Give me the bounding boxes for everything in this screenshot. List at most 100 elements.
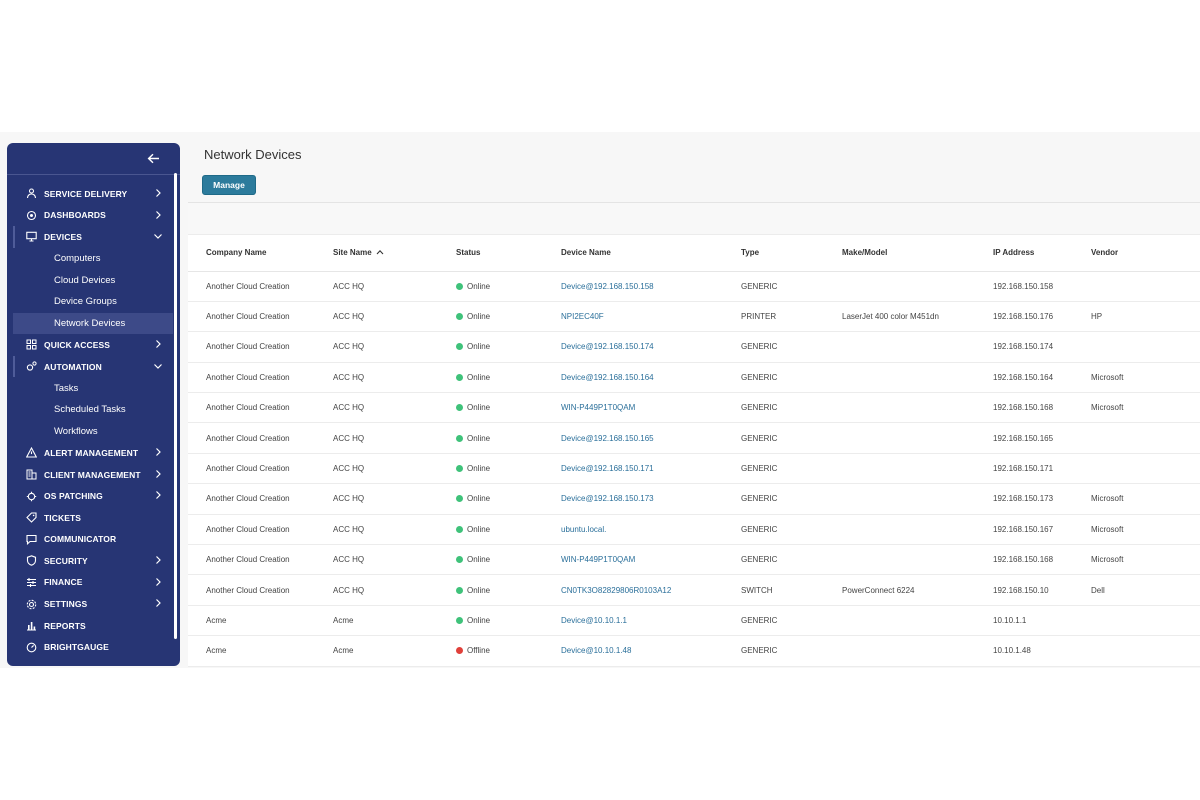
cell-site-name: ACC HQ: [315, 422, 438, 454]
status-badge: Online: [456, 282, 543, 291]
sidebar-item-label: ALERT MANAGEMENT: [44, 447, 139, 458]
cell-status: Online: [438, 605, 543, 637]
table-row[interactable]: Acme Acme Offline Device@10.10.1.48 GENERIC 1…: [188, 635, 1200, 667]
table-row[interactable]: Another Cloud Creation ACC HQ Online WIN-P4…: [188, 392, 1200, 424]
column-header-company-name[interactable]: Company Name: [188, 235, 315, 272]
table-row[interactable]: Another Cloud Creation ACC HQ Online Device…: [188, 453, 1200, 485]
table-toolbar: [188, 203, 1200, 235]
sidebar-subitem-network-devices[interactable]: Network Devices: [13, 312, 173, 335]
sidebar-item-settings[interactable]: SETTINGS: [7, 593, 173, 615]
cell-company-name: Another Cloud Creation: [188, 544, 315, 576]
status-text: Online: [467, 312, 491, 322]
device-name-link[interactable]: Device@192.168.150.158: [543, 271, 723, 302]
chevron-right-icon: [153, 447, 163, 457]
sidebar-item-automation[interactable]: AUTOMATION: [7, 355, 173, 378]
device-name-link[interactable]: Device@192.168.150.173: [543, 483, 723, 515]
device-name-link[interactable]: CN0TK3O82829806R0103A12: [543, 574, 723, 606]
cell-company-name: Another Cloud Creation: [188, 514, 315, 546]
cell-ip-address: 192.168.150.10: [975, 574, 1073, 606]
sidebar-subitem-workflows[interactable]: Workflows: [7, 421, 173, 443]
column-header-ip-address[interactable]: IP Address: [975, 235, 1073, 272]
device-name-link[interactable]: WIN-P449P1T0QAM: [543, 392, 723, 424]
table-row[interactable]: Acme Acme Online Device@10.10.1.1 GENERIC 10.…: [188, 605, 1200, 637]
table-row[interactable]: Another Cloud Creation ACC HQ Online Device…: [188, 271, 1200, 302]
sidebar-item-dashboards[interactable]: DASHBOARDS: [7, 205, 173, 227]
table-row[interactable]: Another Cloud Creation ACC HQ Online Device…: [188, 362, 1200, 394]
device-name-link[interactable]: Device@192.168.150.165: [543, 422, 723, 454]
sidebar-subitem-device-groups[interactable]: Device Groups: [7, 291, 173, 313]
status-text: Online: [467, 433, 491, 443]
device-name-link[interactable]: ubuntu.local.: [543, 514, 723, 546]
automation-icon: [25, 361, 37, 373]
collapse-sidebar-button[interactable]: [144, 149, 162, 167]
sidebar-subitem-scheduled-tasks[interactable]: Scheduled Tasks: [7, 399, 173, 421]
status-text: Online: [467, 281, 491, 291]
sidebar-item-label: OS PATCHING: [44, 491, 103, 502]
sidebar-item-label: BRIGHTGAUGE: [44, 642, 109, 653]
sidebar-item-security[interactable]: SECURITY: [7, 550, 173, 572]
cell-site-name: ACC HQ: [315, 301, 438, 333]
cell-type: GENERIC: [723, 514, 824, 546]
status-badge: Online: [456, 525, 543, 534]
sidebar-subitem-cloud-devices[interactable]: Cloud Devices: [7, 269, 173, 291]
table-row[interactable]: Another Cloud Creation ACC HQ Online ubuntu…: [188, 514, 1200, 546]
chevron-right-icon: [153, 555, 163, 565]
sidebar-item-brightgauge[interactable]: BRIGHTGAUGE: [7, 636, 173, 658]
column-header-make-model[interactable]: Make/Model: [824, 235, 975, 272]
column-header-device-name[interactable]: Device Name: [543, 235, 723, 272]
cell-vendor: HP: [1073, 301, 1200, 333]
sidebar-item-alert-management[interactable]: ALERT MANAGEMENT: [7, 442, 173, 464]
sidebar-scrollbar[interactable]: [174, 173, 177, 639]
sidebar-subitem-tasks[interactable]: Tasks: [7, 377, 173, 399]
cell-site-name: ACC HQ: [315, 362, 438, 394]
status-dot-icon: [456, 556, 463, 564]
device-name-link[interactable]: Device@192.168.150.164: [543, 362, 723, 394]
cell-status: Online: [438, 392, 543, 424]
status-badge: Online: [456, 342, 543, 351]
device-name-link[interactable]: Device@192.168.150.171: [543, 453, 723, 485]
sidebar-subitem-computers[interactable]: Computers: [7, 248, 173, 270]
chevron-down-icon: [153, 361, 163, 371]
table-row[interactable]: Another Cloud Creation ACC HQ Online CN0TK3…: [188, 574, 1200, 606]
chevron-right-icon: [153, 339, 163, 349]
cell-type: GENERIC: [723, 483, 824, 515]
column-header-vendor[interactable]: Vendor: [1073, 235, 1200, 272]
sidebar-item-label: FINANCE: [44, 577, 83, 588]
sidebar-item-os-patching[interactable]: OS PATCHING: [7, 485, 173, 507]
cell-make-model: [824, 635, 975, 667]
sidebar-item-client-management[interactable]: CLIENT MANAGEMENT: [7, 464, 173, 486]
column-header-label: Status: [456, 248, 481, 258]
table-row[interactable]: Another Cloud Creation ACC HQ Online Device…: [188, 422, 1200, 454]
status-dot-icon: [456, 647, 463, 655]
cell-vendor: Microsoft: [1073, 544, 1200, 576]
manage-button[interactable]: Manage: [202, 175, 256, 195]
table-row[interactable]: Another Cloud Creation ACC HQ Online WIN-P4…: [188, 544, 1200, 576]
status-text: Online: [467, 615, 491, 625]
table-row[interactable]: Another Cloud Creation ACC HQ Online NPI2EC…: [188, 301, 1200, 333]
sidebar-item-devices[interactable]: DEVICES: [7, 226, 173, 248]
cell-vendor: [1073, 422, 1200, 454]
cell-company-name: Another Cloud Creation: [188, 331, 315, 363]
column-header-status[interactable]: Status: [438, 235, 543, 272]
sidebar-item-finance[interactable]: FINANCE: [7, 572, 173, 594]
sidebar-item-service-delivery[interactable]: SERVICE DELIVERY: [7, 183, 173, 205]
monitor-icon: [25, 231, 37, 243]
column-header-site-name[interactable]: Site Name: [315, 235, 438, 272]
sidebar-item-communicator[interactable]: COMMUNICATOR: [7, 529, 173, 551]
sidebar-item-quick-access[interactable]: QUICK ACCESS: [7, 334, 173, 356]
sidebar-subitem-label: Tasks: [54, 382, 79, 394]
device-name-link[interactable]: Device@10.10.1.1: [543, 605, 723, 637]
column-header-type[interactable]: Type: [723, 235, 824, 272]
chevron-right-icon: [153, 469, 163, 479]
device-name-link[interactable]: Device@192.168.150.174: [543, 331, 723, 363]
device-name-link[interactable]: Device@10.10.1.48: [543, 635, 723, 667]
device-name-link[interactable]: WIN-P449P1T0QAM: [543, 544, 723, 576]
table-row[interactable]: Another Cloud Creation ACC HQ Online Device…: [188, 483, 1200, 515]
sidebar-item-tickets[interactable]: TICKETS: [7, 507, 173, 529]
device-name-link[interactable]: NPI2EC40F: [543, 301, 723, 333]
cell-status: Online: [438, 422, 543, 454]
sort-ascending-icon[interactable]: [376, 248, 384, 257]
cell-make-model: LaserJet 400 color M451dn: [824, 301, 975, 333]
sidebar-item-reports[interactable]: REPORTS: [7, 615, 173, 637]
table-row[interactable]: Another Cloud Creation ACC HQ Online Device…: [188, 331, 1200, 363]
